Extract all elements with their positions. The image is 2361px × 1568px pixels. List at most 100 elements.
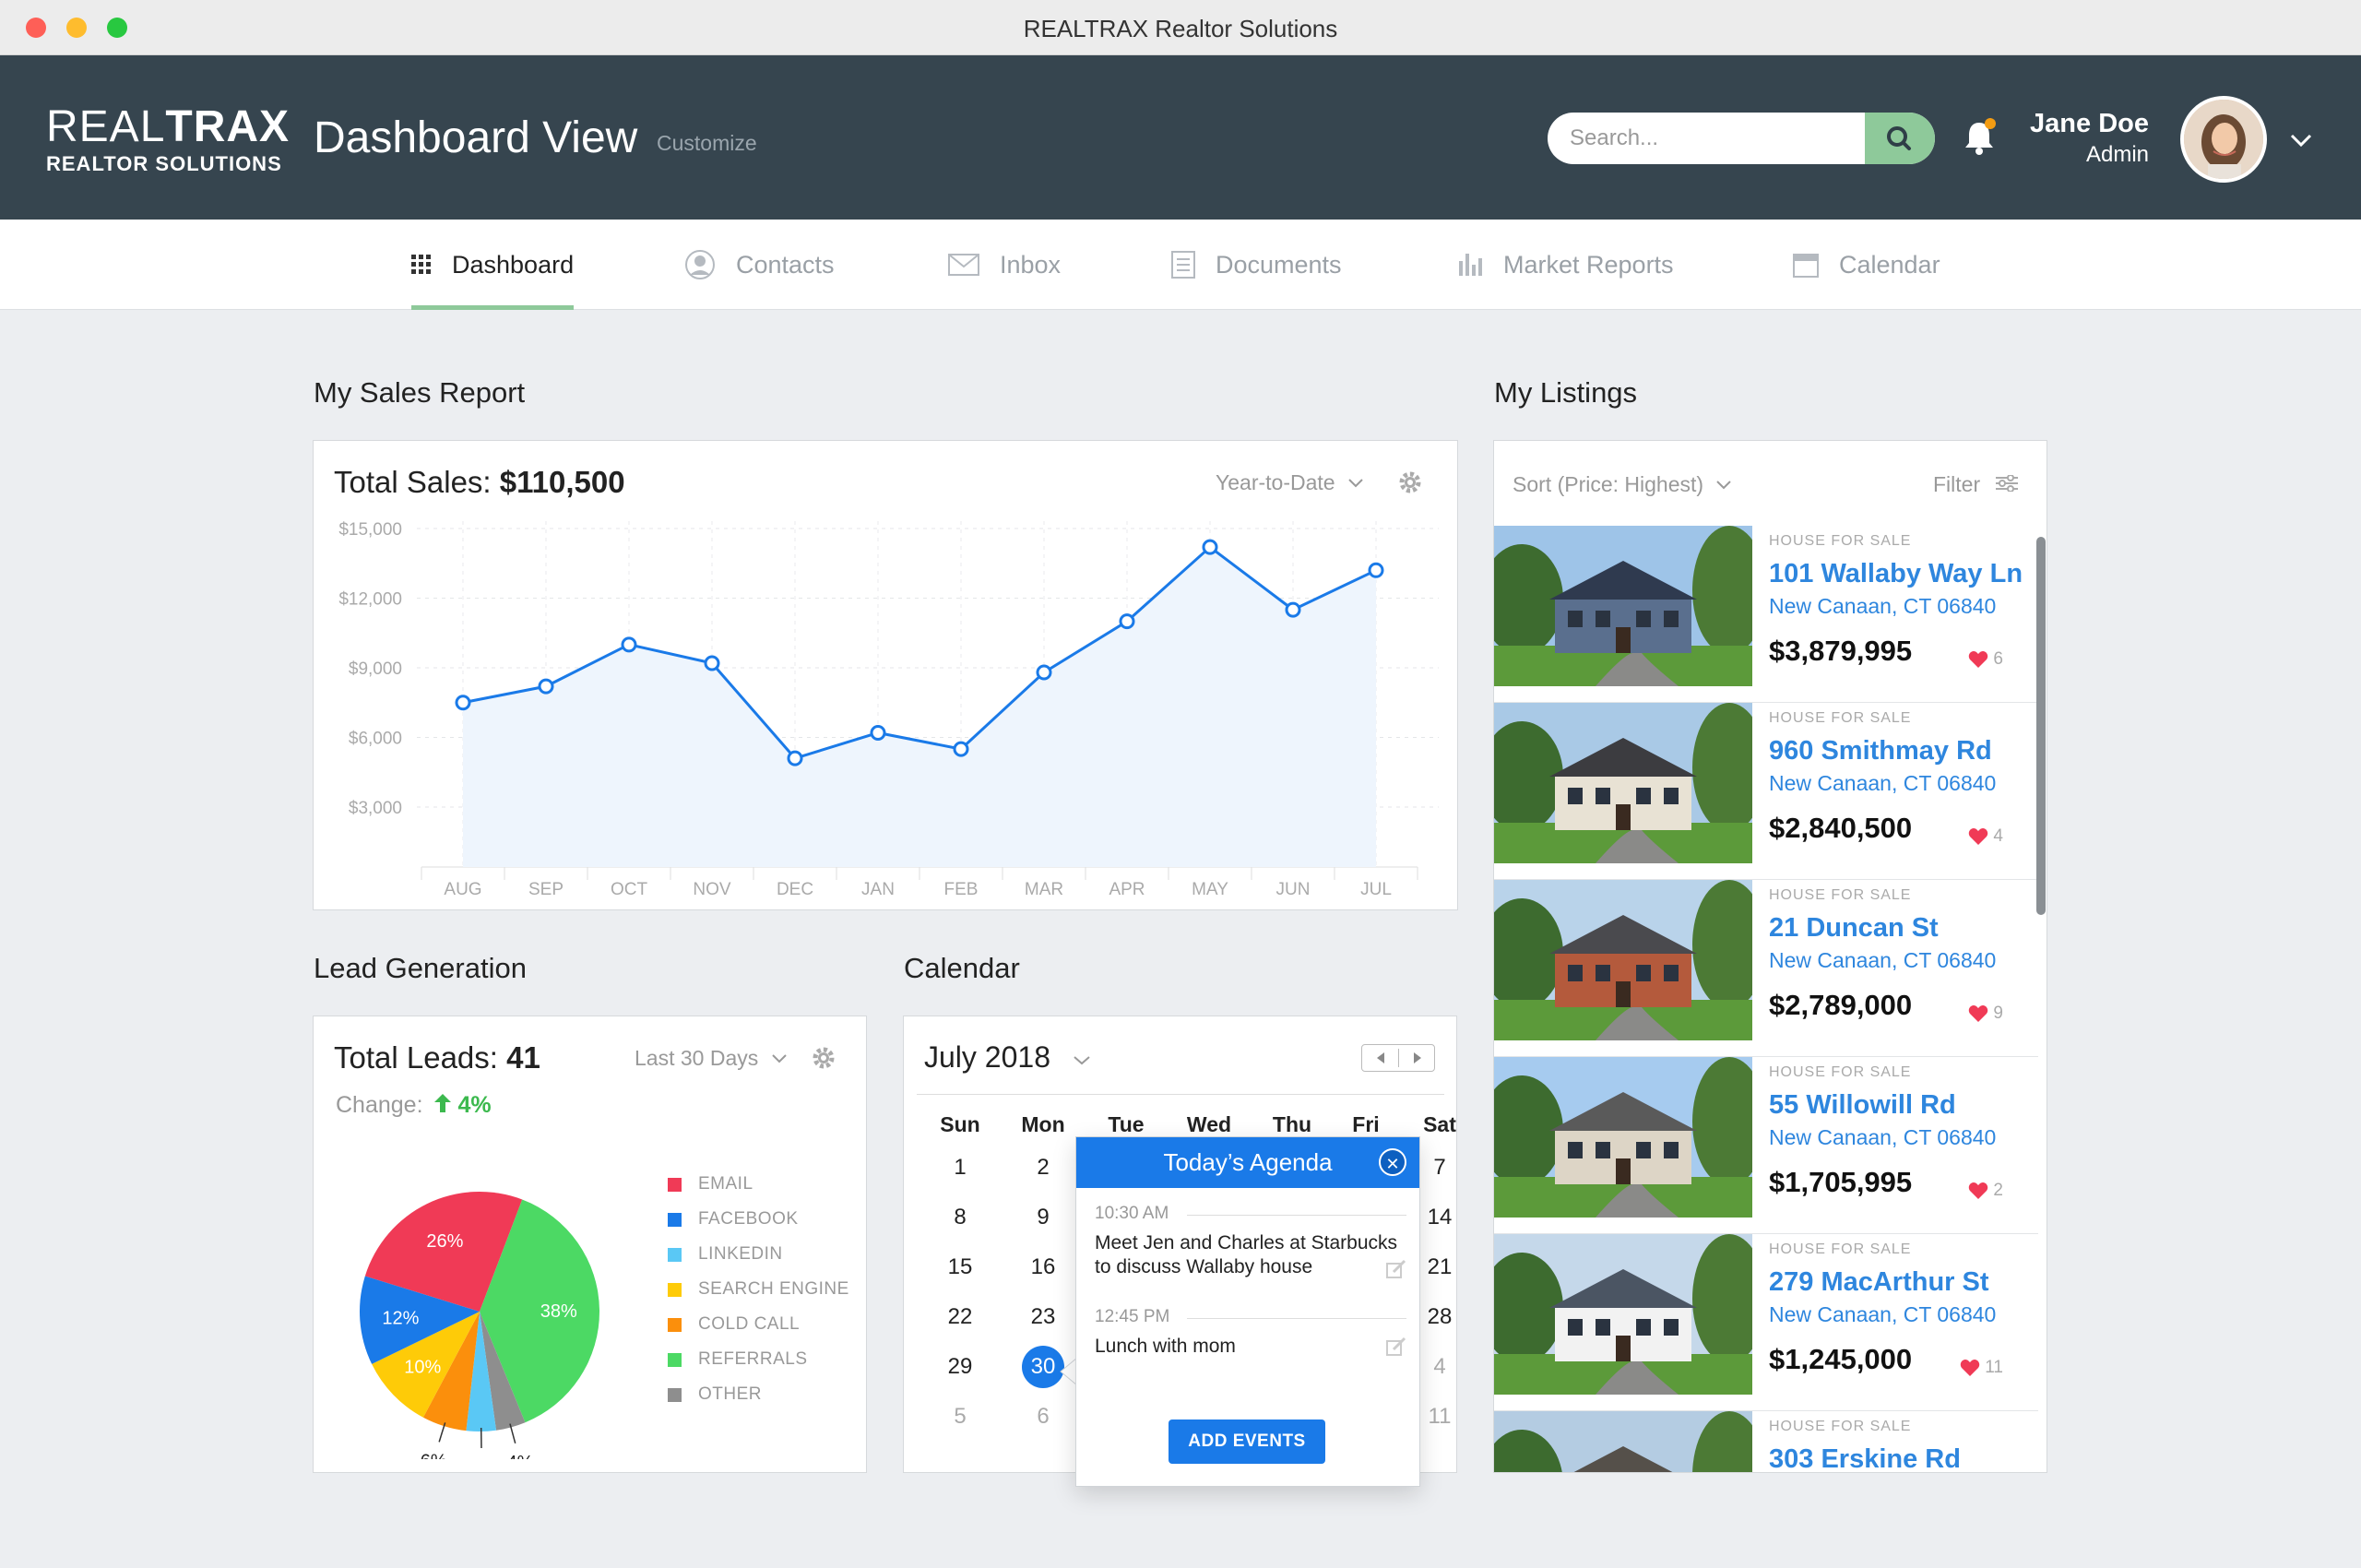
data-point[interactable] <box>1368 562 1384 578</box>
total-leads: Total Leads: 41 <box>334 1040 540 1075</box>
x-tick-label: DEC <box>777 880 813 899</box>
listing-likes[interactable]: 2 <box>1968 1181 2003 1201</box>
pie-label: 10% <box>404 1358 441 1378</box>
data-point[interactable] <box>870 724 886 741</box>
calendar-day[interactable]: 9 <box>1002 1205 1085 1230</box>
legend-item[interactable]: REFERRALS <box>668 1348 808 1371</box>
event-text[interactable]: Meet Jen and Charles at Starbucks to dis… <box>1095 1231 1399 1279</box>
sales-section-title: My Sales Report <box>314 376 526 409</box>
notification-bell-icon[interactable] <box>1961 115 1998 160</box>
listing-item[interactable]: HOUSE FOR SALE 279 MacArthur St New Cana… <box>1494 1234 2038 1411</box>
listing-likes[interactable]: 9 <box>1968 1004 2003 1024</box>
data-point[interactable] <box>1285 601 1301 618</box>
listing-address[interactable]: 303 Erskine Rd <box>1769 1444 1961 1472</box>
calendar-day[interactable]: 1 <box>919 1155 1002 1181</box>
legend-item[interactable]: COLD CALL <box>668 1313 800 1336</box>
listing-list: HOUSE FOR SALE 101 Wallaby Way Ln New Ca… <box>1494 526 2038 1472</box>
listing-item[interactable]: HOUSE FOR SALE 303 Erskine Rd <box>1494 1411 2038 1472</box>
listing-address[interactable]: 101 Wallaby Way Ln <box>1769 559 2023 589</box>
tab-documents[interactable]: Documents <box>1171 220 1342 310</box>
calendar-day[interactable]: 16 <box>1002 1254 1085 1280</box>
user-name[interactable]: Jane Doe <box>2011 109 2149 139</box>
listing-photo[interactable] <box>1494 880 1752 1040</box>
listing-photo[interactable] <box>1494 1234 1752 1395</box>
tab-market-reports[interactable]: Market Reports <box>1459 220 1674 310</box>
listing-city: New Canaan, CT 06840 <box>1769 1125 1997 1149</box>
scrollbar[interactable] <box>2036 537 2046 915</box>
listing-photo[interactable] <box>1494 1057 1752 1218</box>
gear-icon[interactable] <box>812 1046 836 1070</box>
listing-photo[interactable] <box>1494 703 1752 863</box>
legend-item[interactable]: SEARCH ENGINE <box>668 1278 849 1301</box>
data-point[interactable] <box>953 741 969 757</box>
calendar-month[interactable]: July 2018 <box>924 1040 1092 1075</box>
listing-item[interactable]: HOUSE FOR SALE 101 Wallaby Way Ln New Ca… <box>1494 526 2038 703</box>
leads-section-title: Lead Generation <box>314 952 527 984</box>
listing-address[interactable]: 960 Smithmay Rd <box>1769 736 1992 766</box>
listing-address[interactable]: 279 MacArthur St <box>1769 1267 1989 1298</box>
edit-icon[interactable] <box>1386 1259 1406 1279</box>
next-month-button[interactable] <box>1399 1045 1436 1071</box>
calendar-day[interactable]: 2 <box>1002 1155 1085 1181</box>
event-text[interactable]: Lunch with mom <box>1095 1335 1399 1359</box>
window-title: REALTRAX Realtor Solutions <box>1023 15 1338 42</box>
envelope-icon <box>948 254 979 276</box>
tab-calendar[interactable]: Calendar <box>1793 220 1940 310</box>
calendar-day[interactable]: 23 <box>1002 1304 1085 1330</box>
listing-address[interactable]: 55 Willowill Rd <box>1769 1090 1956 1121</box>
listing-likes[interactable]: 4 <box>1968 826 2003 847</box>
x-tick-label: JAN <box>861 880 895 899</box>
y-tick-label: $9,000 <box>349 659 402 679</box>
tab-dashboard[interactable]: Dashboard <box>411 220 575 310</box>
listing-address[interactable]: 21 Duncan St <box>1769 913 1939 944</box>
listing-item[interactable]: HOUSE FOR SALE 960 Smithmay Rd New Canaa… <box>1494 703 2038 880</box>
logo[interactable]: REALTRAX <box>46 101 290 152</box>
search-input[interactable] <box>1548 113 1865 164</box>
tab-contacts[interactable]: Contacts <box>684 220 835 310</box>
house-image <box>1494 880 1752 1040</box>
close-icon[interactable]: ✕ <box>1379 1148 1406 1176</box>
leads-range-dropdown[interactable]: Last 30 Days <box>635 1046 789 1071</box>
legend-item[interactable]: LINKEDIN <box>668 1243 783 1265</box>
data-point[interactable] <box>1119 613 1135 630</box>
listing-item[interactable]: HOUSE FOR SALE 21 Duncan St New Canaan, … <box>1494 880 2038 1057</box>
calendar-day[interactable]: 8 <box>919 1205 1002 1230</box>
legend-label: REFERRALS <box>698 1349 808 1369</box>
data-point[interactable] <box>455 695 471 711</box>
legend-item[interactable]: EMAIL <box>668 1173 753 1195</box>
calendar-day[interactable]: 6 <box>1002 1404 1085 1430</box>
chevron-down-icon[interactable] <box>2287 129 2315 151</box>
house-image <box>1494 526 1752 686</box>
filter-label: Filter <box>1933 472 1981 496</box>
listing-photo[interactable] <box>1494 1411 1752 1472</box>
listing-likes[interactable]: 11 <box>1960 1358 2003 1378</box>
avatar[interactable] <box>2180 96 2267 183</box>
weekday-wed: Wed <box>1186 1112 1232 1136</box>
calendar-day[interactable]: 29 <box>919 1354 1002 1380</box>
listing-item[interactable]: HOUSE FOR SALE 55 Willowill Rd New Canaa… <box>1494 1057 2038 1234</box>
calendar-day[interactable]: 22 <box>919 1304 1002 1330</box>
search-button[interactable] <box>1865 113 1935 164</box>
data-point[interactable] <box>1202 539 1218 555</box>
legend-item[interactable]: FACEBOOK <box>668 1208 799 1230</box>
calendar-day[interactable]: 15 <box>919 1254 1002 1280</box>
pie-label: 6% <box>421 1451 447 1459</box>
data-point[interactable] <box>787 750 803 766</box>
edit-icon[interactable] <box>1386 1336 1406 1357</box>
heart-icon <box>1969 1182 1988 1199</box>
data-point[interactable] <box>1036 664 1052 681</box>
listing-photo[interactable] <box>1494 526 1752 686</box>
legend-item[interactable]: OTHER <box>668 1384 762 1406</box>
listing-likes[interactable]: 6 <box>1968 649 2003 670</box>
listing-price: $3,879,995 <box>1769 635 1913 667</box>
filter-button[interactable]: Filter <box>1933 472 2018 497</box>
prev-month-button[interactable] <box>1362 1045 1399 1071</box>
add-events-button[interactable]: ADD EVENTS <box>1169 1420 1325 1464</box>
data-point[interactable] <box>704 655 720 671</box>
tab-inbox[interactable]: Inbox <box>948 220 1061 310</box>
data-point[interactable] <box>538 678 554 695</box>
data-point[interactable] <box>621 636 637 653</box>
calendar-day[interactable]: 5 <box>919 1404 1002 1430</box>
customize-link[interactable]: Customize <box>657 131 757 156</box>
sort-dropdown[interactable]: Sort (Price: Highest) <box>1513 472 1733 497</box>
